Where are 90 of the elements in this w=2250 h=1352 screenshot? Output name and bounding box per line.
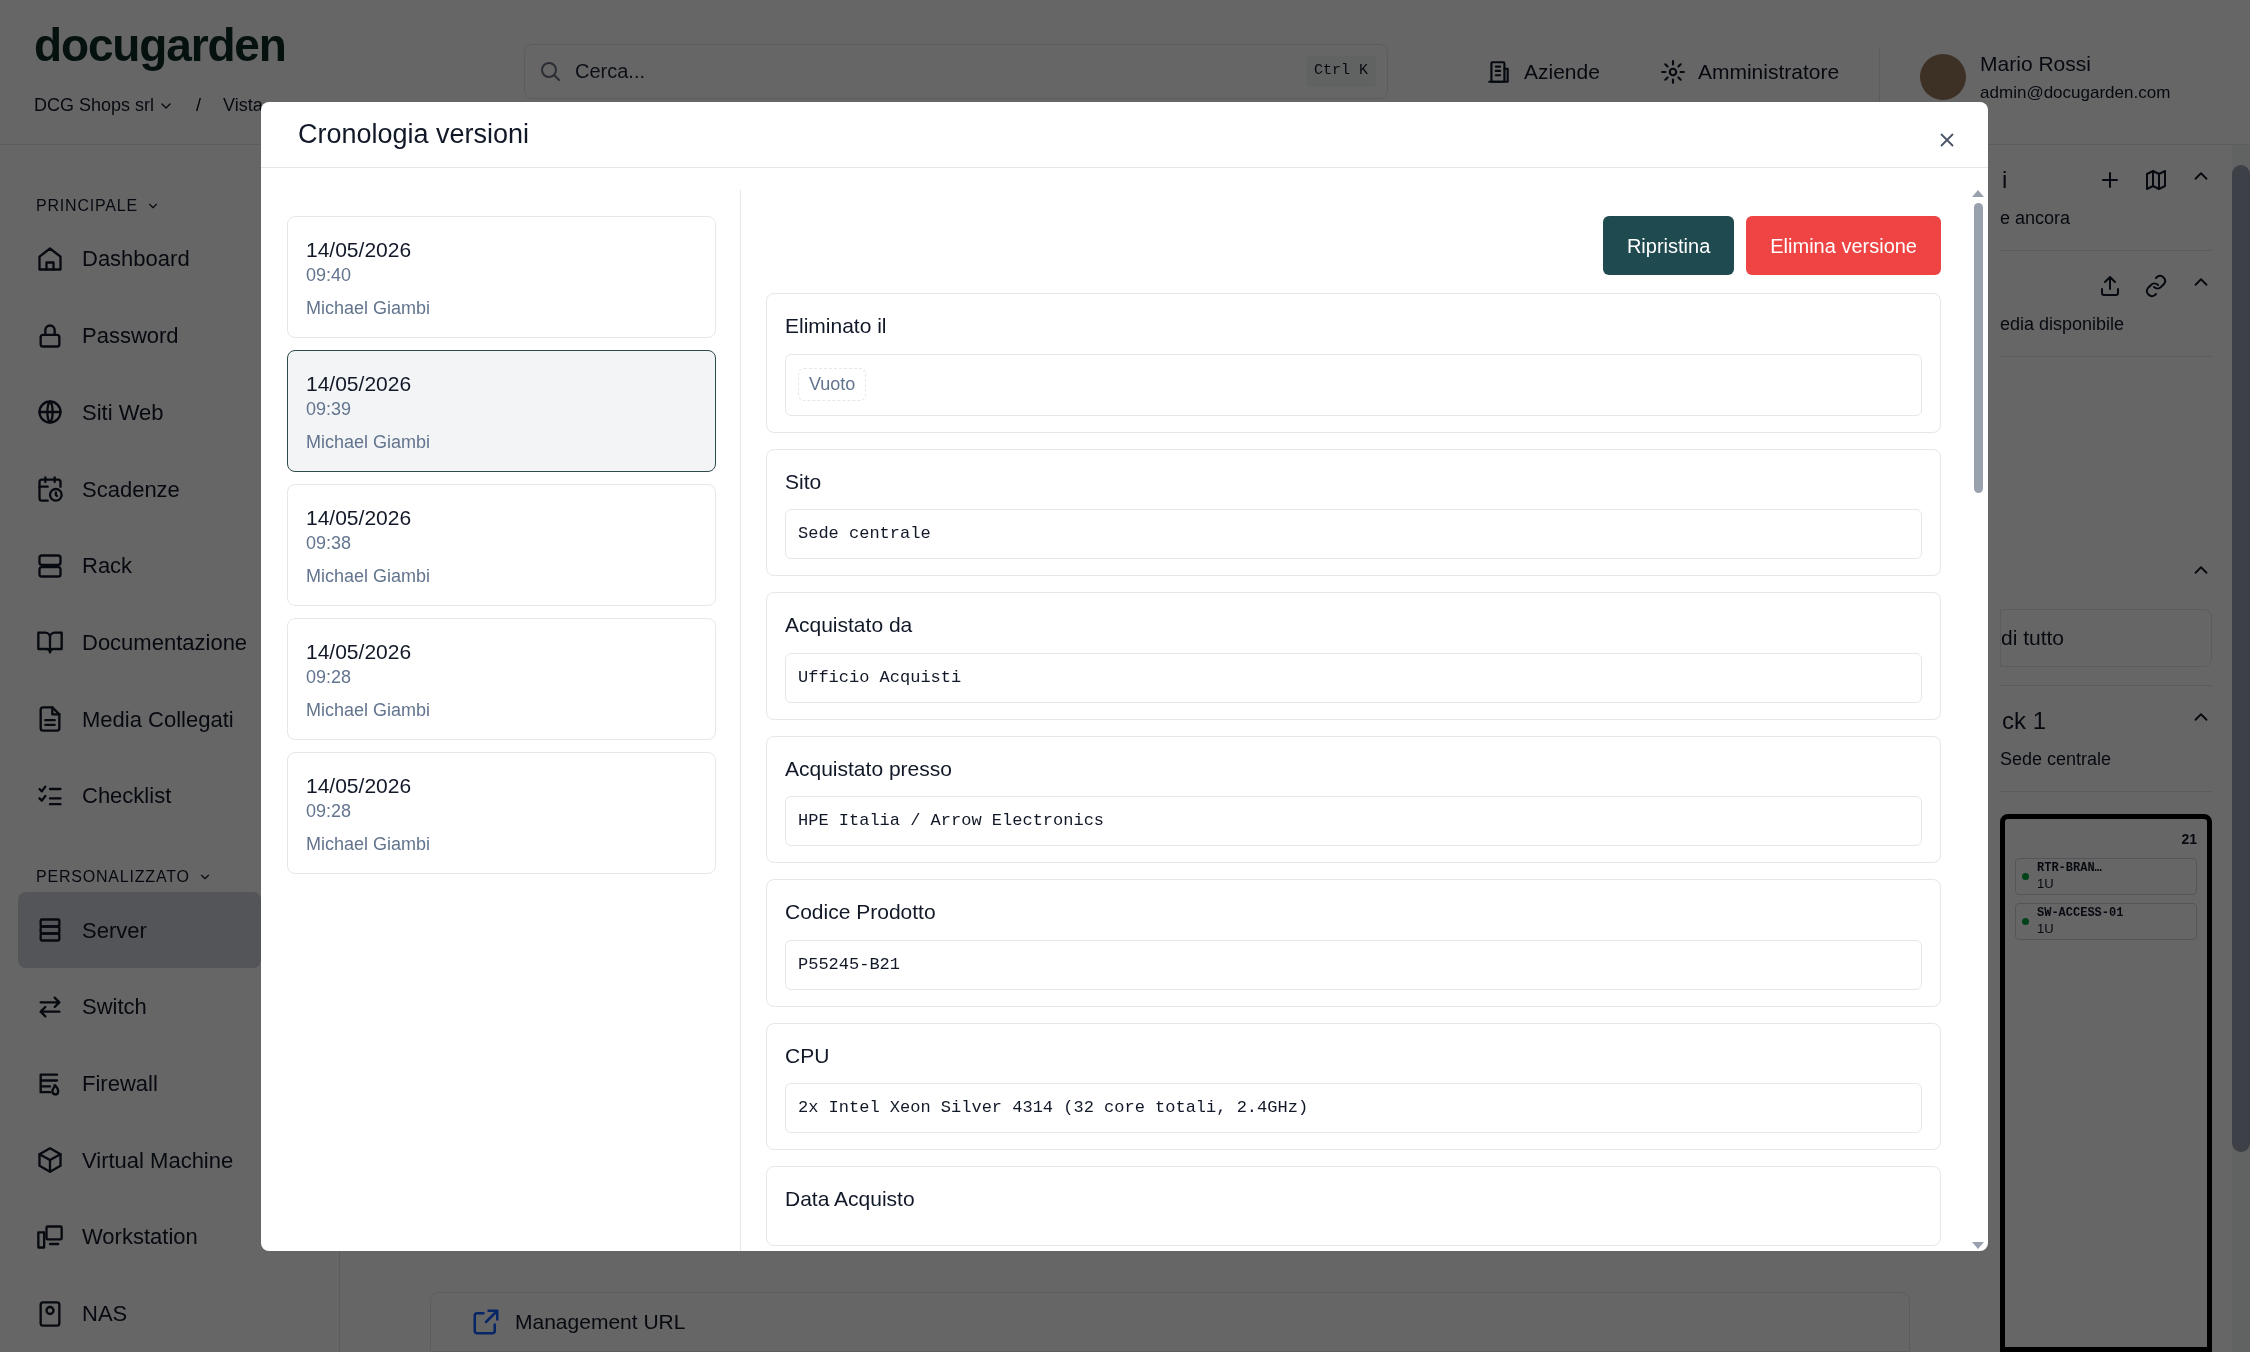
sidebar-item[interactable]: NAS (18, 1275, 261, 1352)
sidebar-item[interactable]: Dashboard (18, 220, 261, 298)
link-card[interactable]: Management URL (430, 1292, 1910, 1352)
version-date: 14/05/2026 (306, 237, 412, 263)
user-email: admin@docugarden.com (1980, 81, 2171, 104)
sidebar-item[interactable]: Documentazione (18, 604, 261, 681)
device-name: RTR-BRAN… (2037, 860, 2102, 876)
nav-link[interactable]: Aziende (1486, 56, 1600, 88)
sidebar-item[interactable]: Password (18, 297, 261, 374)
version-time: 09:39 (306, 398, 352, 421)
section-subtitle: edia disponibile (2000, 313, 2126, 336)
version-author: Michael Giambi (306, 565, 431, 588)
device-size: 1U (2037, 875, 2055, 892)
section-subtitle: Sede centrale (2000, 747, 2113, 771)
user-name: Mario Rossi (1980, 51, 2092, 77)
version-item[interactable]: 14/05/2026 09:40 Michael Giambi (287, 216, 716, 338)
nav-link[interactable]: Amministratore (1659, 56, 1840, 88)
rack-device[interactable]: RTR-BRAN… 1U (2015, 857, 2197, 895)
value-box: 2x Intel Xeon Silver 4314 (32 core totali, 2.4GHz) (785, 1083, 1922, 1133)
breadcrumb-link[interactable]: DCG Shops srl (34, 92, 175, 119)
scrollbar[interactable] (2232, 145, 2250, 1352)
section-title: ck 1 (2001, 705, 2046, 736)
cube-icon (36, 1146, 64, 1175)
map-icon[interactable] (2144, 168, 2168, 192)
restore-button[interactable]: Ripristina (1602, 216, 1735, 275)
external-link-icon (471, 1307, 501, 1337)
version-item[interactable]: 14/05/2026 09:28 Michael Giambi (287, 618, 716, 740)
version-item[interactable]: 14/05/2026 09:39 Michael Giambi (287, 350, 716, 472)
value-box: P55245-B21 (785, 939, 1922, 990)
breadcrumb-separator: / (196, 94, 202, 117)
device-name: SW-ACCESS-01 (2037, 905, 2124, 921)
upload-icon[interactable] (2098, 274, 2122, 298)
field-label: Eliminato il (785, 313, 888, 339)
sidebar-item[interactable]: Siti Web (18, 373, 261, 451)
shortcut-hint: Ctrl K (1306, 56, 1376, 87)
version-time: 09:38 (306, 532, 352, 555)
list-item[interactable]: di tutto (2000, 609, 2212, 667)
section-subtitle: e ancora (2000, 207, 2072, 230)
field-label: CPU (785, 1042, 831, 1069)
field-label: Acquistato da (785, 612, 914, 638)
empty-badge: Vuoto (798, 368, 867, 401)
version-author: Michael Giambi (306, 699, 431, 722)
calendar-clock-icon (36, 475, 64, 503)
sidebar-item[interactable]: Firewall (18, 1045, 261, 1122)
sidebar-item[interactable]: Workstation (18, 1198, 261, 1276)
rack-device[interactable]: SW-ACCESS-01 1U (2015, 902, 2197, 940)
version-time: 09:28 (306, 800, 352, 823)
field-label: Data Acquisto (785, 1186, 916, 1212)
version-time: 09:40 (306, 264, 352, 287)
scrollbar[interactable] (1971, 190, 1985, 1249)
version-date: 14/05/2026 (306, 773, 412, 799)
delete-button[interactable]: Elimina versione (1746, 216, 1941, 275)
breadcrumb-link[interactable]: Vista (223, 92, 263, 119)
version-date: 14/05/2026 (306, 371, 412, 397)
sidebar-item[interactable]: Switch (18, 968, 261, 1046)
version-date: 14/05/2026 (306, 505, 412, 531)
version-date: 14/05/2026 (306, 639, 412, 665)
value-box: HPE Italia / Arrow Electronics (785, 796, 1922, 846)
workstation-icon (36, 1223, 64, 1251)
card-title: Management URL (515, 1309, 686, 1336)
sidebar-item[interactable]: Server (18, 891, 261, 969)
section-header[interactable]: PRINCIPALE (18, 191, 261, 221)
version-item[interactable]: 14/05/2026 09:28 Michael Giambi (287, 752, 716, 874)
value-box: Ufficio Acquisti (785, 652, 1922, 703)
section-title: i (2001, 165, 2008, 195)
version-item[interactable]: 14/05/2026 09:38 Michael Giambi (287, 484, 716, 606)
version-time: 09:28 (306, 666, 352, 689)
version-author: Michael Giambi (306, 297, 431, 320)
link-icon[interactable] (2144, 274, 2168, 298)
sidebar-item[interactable]: Checklist (18, 757, 261, 835)
field-label: Sito (785, 468, 823, 495)
sidebar-item[interactable]: Scadenze (18, 450, 261, 528)
field-label: Codice Prodotto (785, 899, 937, 925)
globe-icon (36, 398, 64, 427)
server-icon (36, 551, 64, 580)
dialog-title: Cronologia versioni (298, 118, 530, 152)
section-header[interactable]: PERSONALIZZATO (18, 862, 261, 892)
device-size: 1U (2037, 920, 2055, 937)
version-author: Michael Giambi (306, 833, 431, 856)
value-box: Sede centrale (785, 509, 1922, 559)
sidebar-item[interactable]: Rack (18, 527, 261, 605)
building-icon (1486, 58, 1512, 85)
house-icon (36, 244, 64, 273)
sidebar-item[interactable]: Media Collegati (18, 680, 261, 758)
sidebar-item[interactable]: Virtual Machine (18, 1121, 261, 1199)
field-label: Acquistato presso (785, 755, 953, 782)
version-author: Michael Giambi (306, 431, 431, 454)
search-icon (538, 59, 562, 83)
settings-icon (1659, 58, 1686, 85)
rack-unit-number: 21 (2181, 829, 2197, 849)
